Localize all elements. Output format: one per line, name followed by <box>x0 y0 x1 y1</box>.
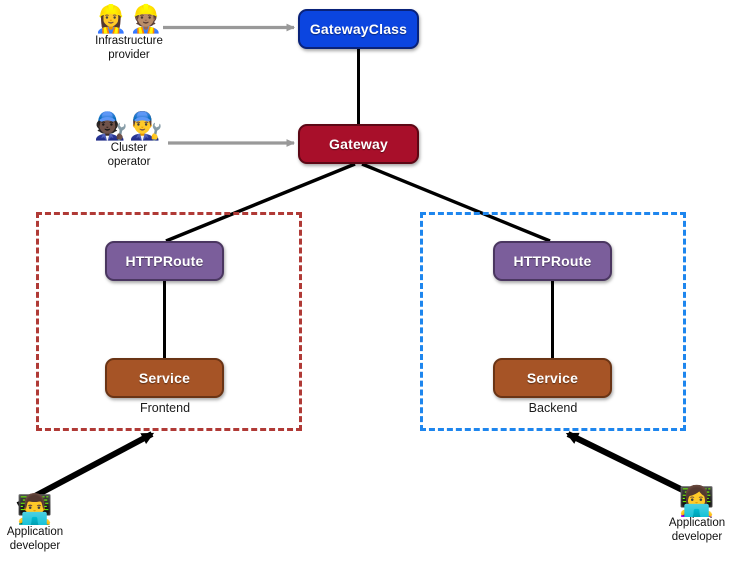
actor-cluster-operator-label: Cluster operator <box>107 142 151 168</box>
namespace-label-backend: Backend <box>528 401 578 415</box>
namespace-label-frontend: Frontend <box>139 401 191 415</box>
mechanic-emoji: 🧑🏿‍🔧👨‍🔧 <box>94 111 164 141</box>
diagram-canvas: Frontend Backend GatewayClass Gateway HT… <box>0 0 730 566</box>
node-httproute-backend-label: HTTPRoute <box>513 253 592 269</box>
node-httproute-backend[interactable]: HTTPRoute <box>493 241 612 281</box>
node-gatewayclass[interactable]: GatewayClass <box>298 9 419 49</box>
node-httproute-frontend[interactable]: HTTPRoute <box>105 241 224 281</box>
node-gateway[interactable]: Gateway <box>298 124 419 164</box>
actor-application-developer-left: 👨‍💻 Application developer <box>0 495 70 553</box>
node-gateway-label: Gateway <box>329 136 388 152</box>
node-service-frontend-label: Service <box>138 370 191 386</box>
node-service-backend-label: Service <box>526 370 579 386</box>
technologist-emoji: 👩‍💻 <box>678 486 716 518</box>
node-service-backend[interactable]: Service <box>493 358 612 398</box>
node-service-frontend[interactable]: Service <box>105 358 224 398</box>
actor-application-developer-right: 👩‍💻 Application developer <box>664 487 730 544</box>
construction-worker-emoji: 👷‍♀️👷🏽 <box>94 4 164 34</box>
node-gatewayclass-label: GatewayClass <box>309 21 408 37</box>
actor-cluster-operator: 🧑🏿‍🔧👨‍🔧 Cluster operator <box>86 111 172 169</box>
actor-infrastructure-provider: 👷‍♀️👷🏽 Infrastructure provider <box>83 4 175 62</box>
technologist-emoji: 👨‍💻 <box>16 494 54 526</box>
actor-application-developer-right-label: Application developer <box>668 517 726 543</box>
actor-application-developer-left-label: Application developer <box>6 526 64 552</box>
node-httproute-frontend-label: HTTPRoute <box>125 253 204 269</box>
actor-infrastructure-provider-label: Infrastructure provider <box>95 35 163 61</box>
